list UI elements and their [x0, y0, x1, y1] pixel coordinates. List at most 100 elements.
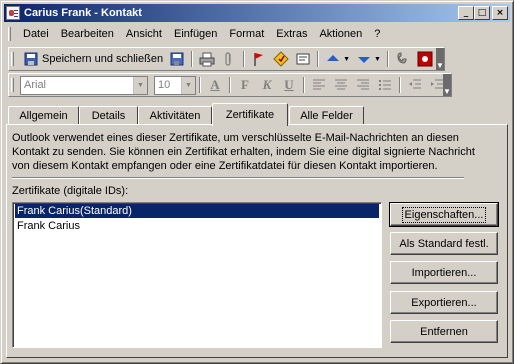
contact-window: Carius Frank - Kontakt _ □ × Datei Bearb…: [0, 0, 514, 364]
toolbar-separator: [399, 77, 401, 93]
toolbar-options-chevron[interactable]: ▼: [436, 48, 444, 70]
list-item[interactable]: Frank Carius(Standard): [15, 204, 379, 218]
align-right-icon: [355, 77, 371, 93]
menu-format[interactable]: Format: [223, 28, 270, 40]
tab-label: Zertifikate: [225, 109, 275, 121]
menu-einfuegen[interactable]: Einfügen: [168, 28, 223, 40]
card-icon: [295, 51, 311, 67]
list-item[interactable]: Frank Carius: [15, 219, 379, 233]
menu-bearbeiten[interactable]: Bearbeiten: [55, 28, 120, 40]
dial-button[interactable]: [392, 49, 414, 69]
outdent-icon: [407, 77, 423, 93]
font-size-combo[interactable]: 10 ▼: [154, 75, 196, 95]
align-left-icon: [311, 77, 327, 93]
address-card-button[interactable]: [292, 49, 314, 69]
remove-label: Entfernen: [420, 325, 468, 338]
close-button[interactable]: ×: [492, 6, 508, 20]
tab-details[interactable]: Details: [79, 106, 138, 125]
bullets-button[interactable]: [374, 75, 396, 95]
properties-button[interactable]: Eigenschaften...: [389, 202, 499, 227]
toolbar-grip[interactable]: [11, 52, 14, 66]
contact-card-icon[interactable]: [6, 6, 20, 20]
import-button[interactable]: Importieren...: [390, 261, 498, 284]
properties-label: Eigenschaften...: [401, 206, 487, 223]
minimize-button[interactable]: _: [458, 6, 474, 20]
export-button[interactable]: Exportieren...: [390, 291, 498, 314]
toolbar-separator: [386, 51, 389, 67]
window-title: Carius Frank - Kontakt: [24, 7, 142, 19]
categories-button[interactable]: [270, 49, 292, 69]
paperclip-icon: [221, 51, 237, 67]
font-color-button[interactable]: A: [204, 77, 226, 93]
tab-alle-felder[interactable]: Alle Felder: [289, 106, 364, 125]
decrease-indent-button[interactable]: [404, 75, 426, 95]
font-combo[interactable]: Arial ▼: [20, 75, 148, 95]
arrow-up-icon: [325, 51, 341, 67]
underline-button[interactable]: U: [278, 77, 300, 93]
tab-strip: Allgemein Details Aktivitäten Zertifikat…: [6, 103, 506, 126]
save-close-icon: [23, 51, 39, 67]
phone-icon: [395, 51, 411, 67]
certificates-listbox[interactable]: Frank Carius(Standard) Frank Carius: [12, 202, 382, 348]
follow-up-button[interactable]: [248, 49, 270, 69]
font-value: Arial: [24, 79, 47, 91]
align-center-icon: [333, 77, 349, 93]
toolbar-separator: [191, 51, 194, 67]
toolbar-grip[interactable]: [11, 78, 14, 92]
chevron-down-icon[interactable]: ▼: [133, 76, 147, 94]
title-bar[interactable]: Carius Frank - Kontakt _ □ ×: [4, 4, 510, 22]
flag-icon: [251, 51, 267, 67]
tab-allgemein[interactable]: Allgemein: [8, 106, 79, 125]
close-icon: ×: [496, 7, 504, 18]
menu-aktionen[interactable]: Aktionen: [313, 28, 368, 40]
tab-aktivitaeten[interactable]: Aktivitäten: [138, 106, 212, 125]
tab-label: Details: [91, 110, 126, 122]
standard-toolbar: Speichern und schließen ▼ ▼ ▼: [8, 47, 445, 71]
bullet-list-icon: [377, 77, 393, 93]
menubar-grip[interactable]: [8, 27, 11, 41]
previous-item-button[interactable]: ▼: [322, 49, 353, 69]
set-default-label: Als Standard festl.: [399, 237, 489, 250]
print-button[interactable]: [196, 49, 218, 69]
maximize-button[interactable]: □: [474, 6, 490, 20]
set-default-button[interactable]: Als Standard festl.: [390, 232, 498, 255]
chevron-down-icon: ▼: [374, 55, 381, 63]
maximize-icon: □: [477, 7, 487, 18]
align-right-button[interactable]: [352, 75, 374, 95]
menu-extras[interactable]: Extras: [270, 28, 313, 40]
menu-datei[interactable]: Datei: [17, 28, 55, 40]
tab-zertifikate[interactable]: Zertifikate: [212, 103, 288, 126]
tab-label: Alle Felder: [300, 110, 353, 122]
minimize-icon: _: [463, 7, 469, 18]
italic-button[interactable]: K: [256, 77, 278, 93]
align-left-button[interactable]: [308, 75, 330, 95]
toolbar-separator: [243, 51, 246, 67]
align-center-button[interactable]: [330, 75, 352, 95]
save-close-label: Speichern und schließen: [42, 53, 164, 65]
toolbar-separator: [229, 77, 231, 93]
toolbar-options-chevron[interactable]: ▼: [443, 74, 451, 96]
chevron-down-icon[interactable]: ▼: [181, 76, 195, 94]
font-size-value: 10: [158, 79, 171, 91]
options-button[interactable]: [414, 49, 436, 69]
menu-bar: Datei Bearbeiten Ansicht Einfügen Format…: [4, 24, 510, 44]
arrow-down-icon: [356, 51, 372, 67]
menu-ansicht[interactable]: Ansicht: [120, 28, 168, 40]
formatting-toolbar: Arial ▼ 10 ▼ A F K U ▼: [8, 73, 452, 97]
attach-button[interactable]: [218, 49, 240, 69]
tab-label: Aktivitäten: [149, 110, 201, 122]
toolbar-separator: [303, 77, 305, 93]
next-item-button[interactable]: ▼: [353, 49, 384, 69]
chevron-down-icon: ▼: [343, 55, 351, 63]
save-close-button[interactable]: Speichern und schließen: [20, 49, 166, 69]
certificates-list-label: Zertifikate (digitale IDs):: [12, 185, 129, 197]
toolbar-separator: [199, 77, 201, 93]
export-label: Exportieren...: [411, 296, 477, 309]
menu-help[interactable]: ?: [368, 28, 386, 40]
window-controls: _ □ ×: [458, 6, 508, 20]
options-icon: [417, 51, 433, 67]
remove-button[interactable]: Entfernen: [390, 320, 498, 343]
save-button[interactable]: [166, 49, 188, 69]
bold-button[interactable]: F: [234, 77, 256, 93]
save-icon: [169, 51, 185, 67]
